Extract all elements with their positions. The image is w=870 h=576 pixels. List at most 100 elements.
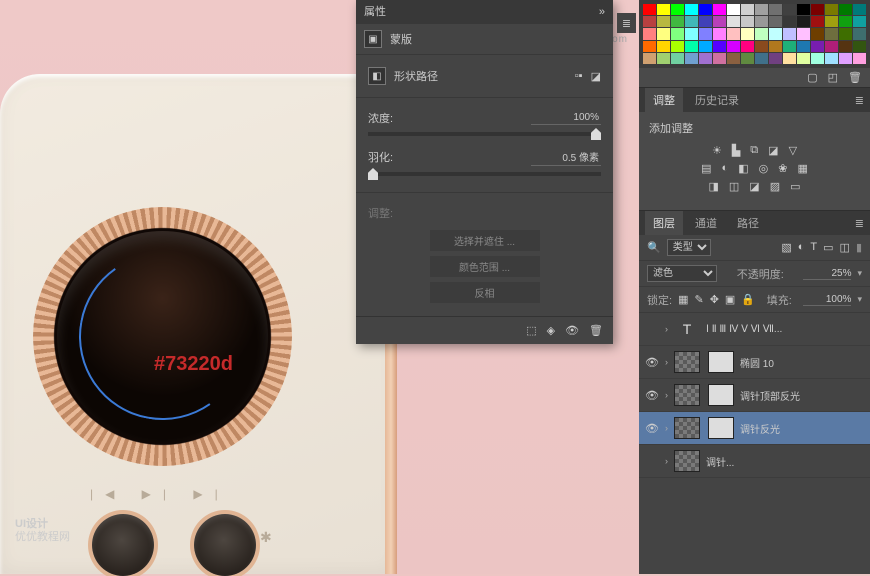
swatch[interactable] [769, 4, 782, 15]
swatch[interactable] [783, 16, 796, 27]
swatch[interactable] [699, 16, 712, 27]
layer-name[interactable]: Ⅰ Ⅱ Ⅲ Ⅳ Ⅴ Ⅵ Ⅶ... [706, 324, 864, 335]
visibility-icon[interactable]: 👁 [645, 356, 659, 369]
swatch[interactable] [769, 41, 782, 52]
swatch[interactable] [755, 4, 768, 15]
brightness-icon[interactable]: ☀ [712, 144, 722, 157]
swatch[interactable] [797, 16, 810, 27]
toggle-mask-icon[interactable]: 👁 [565, 324, 579, 337]
swatch[interactable] [643, 28, 656, 39]
delete-swatch-icon[interactable]: 🗑 [848, 71, 862, 84]
levels-icon[interactable]: ▙ [732, 144, 740, 157]
filter-shape-icon[interactable]: ▭ [823, 241, 833, 254]
layer-list[interactable]: ›TⅠ Ⅱ Ⅲ Ⅳ Ⅴ Ⅵ Ⅶ...👁›椭圆 10👁›调针顶部反光👁›调针反光›… [639, 313, 870, 574]
swatch[interactable] [825, 4, 838, 15]
density-value[interactable]: 100% [531, 111, 601, 125]
swatch[interactable] [755, 53, 768, 64]
curves-icon[interactable]: ⧉ [750, 144, 758, 157]
swatch[interactable] [727, 28, 740, 39]
swatch[interactable] [825, 16, 838, 27]
swatch[interactable] [741, 28, 754, 39]
swatch[interactable] [825, 41, 838, 52]
lock-artboard-icon[interactable]: ▣ [725, 293, 735, 306]
swatch[interactable] [643, 53, 656, 64]
filter-kind-icon[interactable]: 🔍 [647, 241, 661, 254]
expand-icon[interactable]: › [665, 357, 668, 367]
posterize-icon[interactable]: ◫ [729, 180, 739, 193]
swatch[interactable] [643, 16, 656, 27]
density-slider[interactable] [368, 132, 601, 136]
swatch[interactable] [783, 28, 796, 39]
mask-add-icon[interactable]: ◪ [591, 70, 601, 83]
swatch[interactable] [811, 16, 824, 27]
swatch[interactable] [741, 4, 754, 15]
swatch[interactable] [685, 41, 698, 52]
swatch[interactable] [713, 16, 726, 27]
swatch[interactable] [811, 4, 824, 15]
visibility-icon[interactable]: 👁 [645, 389, 659, 402]
exposure-icon[interactable]: ◪ [768, 144, 778, 157]
layer-name[interactable]: 调针顶部反光 [740, 388, 864, 403]
collapse-icon[interactable]: » [599, 0, 605, 24]
swatch[interactable] [825, 53, 838, 64]
tab-paths[interactable]: 路径 [729, 211, 767, 235]
swatch[interactable] [741, 16, 754, 27]
swatch[interactable] [699, 4, 712, 15]
swatch[interactable] [699, 53, 712, 64]
selective-color-icon[interactable]: ▨ [770, 180, 780, 193]
filter-adjust-icon[interactable]: ◐ [798, 241, 805, 254]
opacity-value[interactable]: 25% [803, 268, 851, 280]
properties-header[interactable]: 属性 » [356, 0, 613, 24]
swatch[interactable] [755, 41, 768, 52]
expand-icon[interactable]: › [665, 456, 668, 466]
layer-row[interactable]: 👁›椭圆 10 [639, 346, 870, 379]
swatch[interactable] [825, 28, 838, 39]
panel-menu-icon[interactable]: ≣ [855, 217, 864, 230]
swatch[interactable] [685, 4, 698, 15]
lock-icon[interactable]: 🔒 [741, 293, 755, 306]
swatch[interactable] [769, 53, 782, 64]
swatch[interactable] [657, 4, 670, 15]
swatch[interactable] [713, 28, 726, 39]
lock-position-icon[interactable]: ✎ [694, 293, 703, 306]
swatch[interactable] [797, 53, 810, 64]
filter-type-icon[interactable]: T [810, 241, 817, 254]
swatch[interactable] [671, 4, 684, 15]
mask-mode-icon[interactable]: ▫▪ [575, 70, 583, 82]
swatch[interactable] [811, 41, 824, 52]
color-lookup-icon[interactable]: ▦ [797, 162, 807, 175]
filter-kind-select[interactable]: 类型 [667, 239, 711, 256]
swatch[interactable] [853, 4, 866, 15]
swatch[interactable] [643, 4, 656, 15]
swatch[interactable] [657, 28, 670, 39]
swatch[interactable] [853, 53, 866, 64]
swatch[interactable] [839, 16, 852, 27]
tab-history[interactable]: 历史记录 [687, 88, 747, 112]
select-and-mask-button[interactable]: 选择并遮住 ... [430, 230, 540, 251]
swatch[interactable] [643, 41, 656, 52]
swatch[interactable] [671, 16, 684, 27]
swatch[interactable] [685, 53, 698, 64]
swatch[interactable] [671, 53, 684, 64]
swatch[interactable] [741, 53, 754, 64]
swatch[interactable] [713, 4, 726, 15]
swatch[interactable] [839, 28, 852, 39]
swatch[interactable] [769, 16, 782, 27]
threshold-icon[interactable]: ◪ [749, 180, 759, 193]
swatch[interactable] [811, 28, 824, 39]
gradient-map-icon[interactable]: ▭ [790, 180, 800, 193]
swatch[interactable] [685, 28, 698, 39]
swatch[interactable] [797, 28, 810, 39]
filter-pixel-icon[interactable]: ▧ [781, 241, 791, 254]
hue-sat-icon[interactable]: ▤ [701, 162, 711, 175]
swatch[interactable] [853, 28, 866, 39]
layer-name[interactable]: 调针反光 [740, 421, 864, 436]
swatch[interactable] [671, 28, 684, 39]
pixel-mask-icon[interactable]: ▣ [364, 30, 382, 48]
swatch[interactable] [783, 4, 796, 15]
bw-icon[interactable]: ◧ [738, 162, 748, 175]
panel-menu-icon[interactable]: ≣ [855, 94, 864, 107]
visibility-icon[interactable]: 👁 [645, 422, 659, 435]
layer-row[interactable]: 👁›调针顶部反光 [639, 379, 870, 412]
swatch[interactable] [699, 41, 712, 52]
